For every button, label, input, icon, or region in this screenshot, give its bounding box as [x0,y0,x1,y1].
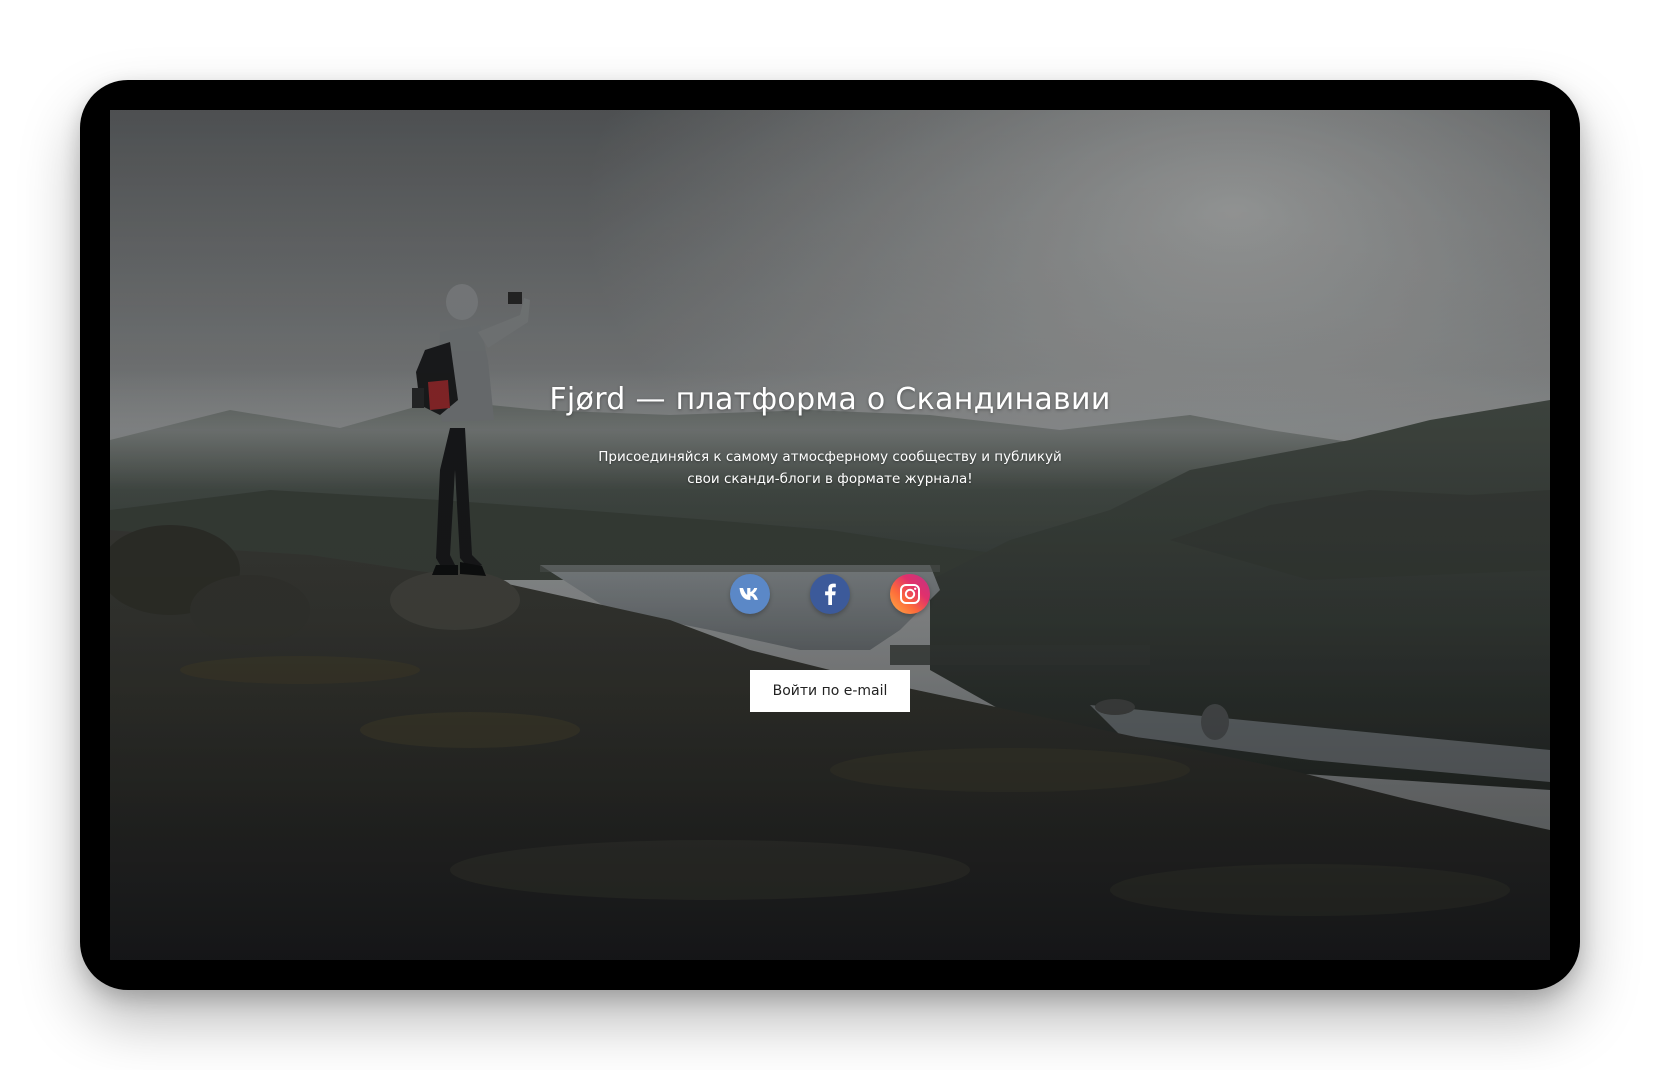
facebook-icon [825,583,836,605]
vk-icon [739,588,758,600]
login-email-button[interactable]: Войти по e-mail [750,670,910,712]
facebook-button[interactable] [810,574,850,614]
device-frame: Fjørd — платформа о Скандинавии Присоеди… [80,80,1580,990]
vk-button[interactable] [730,574,770,614]
instagram-icon [900,584,920,604]
hero-subtitle-line-1: Присоединяйся к самому атмосферному сооб… [598,449,1062,465]
hero-subtitle: Присоединяйся к самому атмосферному сооб… [580,446,1080,490]
social-links [730,574,930,616]
screen: Fjørd — платформа о Скандинавии Присоеди… [110,110,1550,960]
page-title: Fjørd — платформа о Скандинавии [549,382,1111,417]
hero-subtitle-line-2: свои сканди-блоги в формате журнала! [687,471,973,487]
instagram-button[interactable] [890,574,930,614]
hero-section: Fjørd — платформа о Скандинавии Присоеди… [110,110,1550,960]
